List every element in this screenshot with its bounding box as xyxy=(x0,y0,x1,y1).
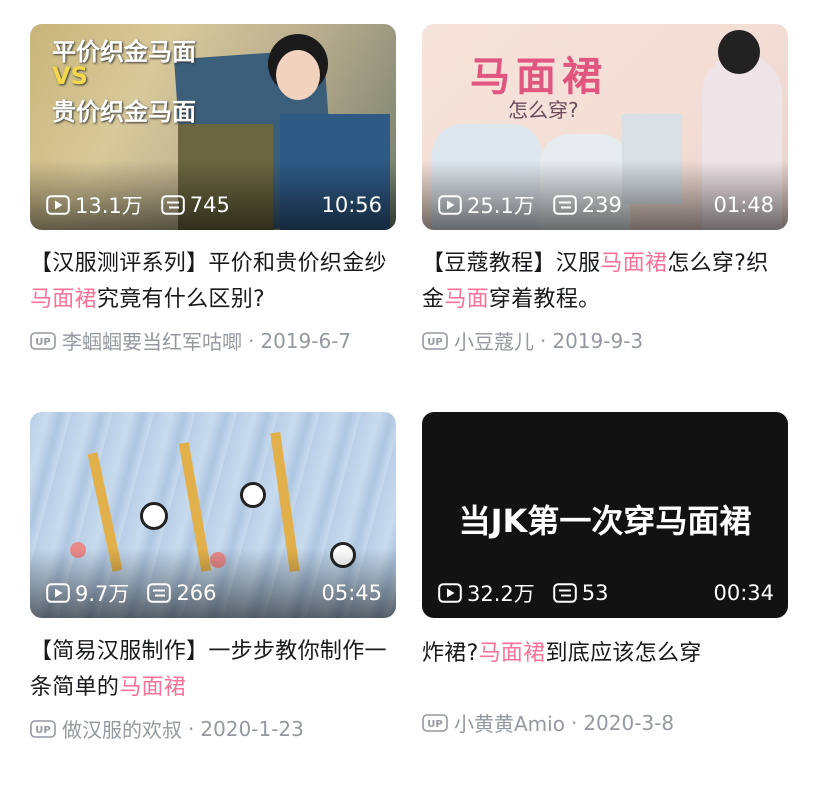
video-stats-overlay: 9.7万 266 05:45 xyxy=(46,580,382,606)
publish-date: 2020-1-23 xyxy=(200,716,304,741)
view-count: 32.2万 xyxy=(438,578,535,608)
danmaku-icon xyxy=(147,583,172,603)
danmaku-count: 266 xyxy=(147,581,217,605)
publish-date: 2019-6-7 xyxy=(260,328,352,353)
publish-date: 2019-9-3 xyxy=(552,328,644,353)
svg-text:UP: UP xyxy=(427,719,442,730)
title-keyword-highlight: 马面 xyxy=(444,287,489,312)
title-text: 炸裙? xyxy=(422,641,479,666)
thumbnail-text: 怎么穿? xyxy=(508,98,579,122)
thumbnail-text: 当JK第一次穿马面裙 xyxy=(458,502,752,540)
danmaku-icon xyxy=(552,195,577,215)
video-meta: UP 李蝈蝈要当红军咕唧 · 2019-6-7 xyxy=(30,326,396,355)
title-text: 【汉服测评系列】平价和贵价织金纱 xyxy=(30,251,387,276)
title-text: 到底应该怎么穿 xyxy=(545,641,702,666)
video-thumbnail[interactable]: 平价织金马面 VS 贵价织金马面 13.1万 745 10:56 xyxy=(30,24,396,230)
danmaku-icon xyxy=(160,195,185,215)
video-card[interactable]: 平价织金马面 VS 贵价织金马面 13.1万 745 10:56 【汉服测评系列… xyxy=(30,24,396,355)
up-badge-icon: UP xyxy=(422,331,448,350)
danmaku-count-value: 266 xyxy=(176,581,217,605)
video-thumbnail[interactable]: 马面裙 怎么穿? 25.1万 239 01:48 xyxy=(422,24,788,230)
video-duration: 00:34 xyxy=(713,581,774,605)
video-duration: 10:56 xyxy=(321,193,382,217)
title-text: 穿着教程。 xyxy=(488,287,601,312)
video-stats-overlay: 13.1万 745 10:56 xyxy=(46,192,382,218)
danmaku-count: 745 xyxy=(160,193,230,217)
danmaku-count: 239 xyxy=(552,193,622,217)
danmaku-count: 53 xyxy=(552,581,609,605)
meta-separator: · xyxy=(188,716,195,741)
danmaku-count-value: 239 xyxy=(581,193,622,217)
play-count-icon xyxy=(438,583,462,603)
uploader-name[interactable]: 小豆蔻儿 xyxy=(454,326,534,355)
video-meta: UP 小豆蔻儿 · 2019-9-3 xyxy=(422,326,788,355)
danmaku-count-value: 53 xyxy=(581,581,609,605)
uploader-name[interactable]: 李蝈蝈要当红军咕唧 xyxy=(62,326,242,355)
video-title[interactable]: 【简易汉服制作】一步步教你制作一条简单的马面裙 xyxy=(30,634,396,706)
thumbnail-text: 贵价织金马面 xyxy=(52,97,196,126)
uploader-name[interactable]: 小黄黄Amio xyxy=(454,708,565,737)
thumbnail-text: VS xyxy=(52,62,88,90)
video-card[interactable]: 马面裙 怎么穿? 25.1万 239 01:48 【豆蔻教程】汉服马面裙 怎么穿?… xyxy=(422,24,788,355)
title-text: 【简易汉服制作】一步步教你制作一条简单的 xyxy=(30,639,387,700)
title-keyword-highlight: 马面裙 xyxy=(119,675,187,700)
view-count-value: 13.1万 xyxy=(75,194,143,218)
video-thumbnail[interactable]: 当JK第一次穿马面裙 32.2万 53 00:34 xyxy=(422,412,788,618)
play-count-icon xyxy=(46,583,70,603)
danmaku-icon xyxy=(552,583,577,603)
up-badge-icon: UP xyxy=(30,719,56,738)
title-keyword-highlight: 马面裙 xyxy=(478,641,546,666)
title-keyword-highlight: 马面裙 xyxy=(30,287,97,312)
video-title[interactable]: 炸裙?马面裙到底应该怎么穿 xyxy=(422,636,788,672)
svg-text:UP: UP xyxy=(427,337,442,348)
video-thumbnail[interactable]: 9.7万 266 05:45 xyxy=(30,412,396,618)
view-count: 13.1万 xyxy=(46,190,143,220)
danmaku-count-value: 745 xyxy=(189,193,230,217)
video-duration: 05:45 xyxy=(321,581,382,605)
view-count-value: 32.2万 xyxy=(467,582,535,606)
play-count-icon xyxy=(46,195,70,215)
video-card[interactable]: 9.7万 266 05:45 【简易汉服制作】一步步教你制作一条简单的马面裙 U… xyxy=(30,412,396,743)
meta-separator: · xyxy=(570,710,578,735)
title-text: 【豆蔻教程】汉服 xyxy=(422,251,601,276)
play-count-icon xyxy=(438,195,462,215)
up-badge-icon: UP xyxy=(30,331,56,350)
video-title[interactable]: 【汉服测评系列】平价和贵价织金纱马面裙究竟有什么区别? xyxy=(30,246,396,318)
video-meta: UP 做汉服的欢叔 · 2020-1-23 xyxy=(30,714,396,743)
title-keyword-highlight: 马面裙 xyxy=(600,251,668,276)
uploader-name[interactable]: 做汉服的欢叔 xyxy=(62,714,182,743)
view-count-value: 9.7万 xyxy=(75,582,130,606)
meta-separator: · xyxy=(248,328,255,353)
video-meta: UP 小黄黄Amio · 2020-3-8 xyxy=(422,708,788,737)
svg-text:UP: UP xyxy=(35,725,50,736)
svg-text:UP: UP xyxy=(35,337,50,348)
up-badge-icon: UP xyxy=(422,713,448,732)
video-stats-overlay: 32.2万 53 00:34 xyxy=(438,580,774,606)
view-count-value: 25.1万 xyxy=(467,194,535,218)
meta-separator: · xyxy=(540,328,547,353)
video-title[interactable]: 【豆蔻教程】汉服马面裙怎么穿?织金马面穿着教程。 xyxy=(422,246,788,318)
video-card[interactable]: 当JK第一次穿马面裙 32.2万 53 00:34 炸裙?马面裙到底应该怎么穿 … xyxy=(422,412,788,737)
publish-date: 2020-3-8 xyxy=(583,710,675,735)
video-stats-overlay: 25.1万 239 01:48 xyxy=(438,192,774,218)
title-text: 究竟有什么区别? xyxy=(96,287,265,312)
view-count: 9.7万 xyxy=(46,578,129,608)
video-duration: 01:48 xyxy=(713,193,774,217)
view-count: 25.1万 xyxy=(438,190,535,220)
